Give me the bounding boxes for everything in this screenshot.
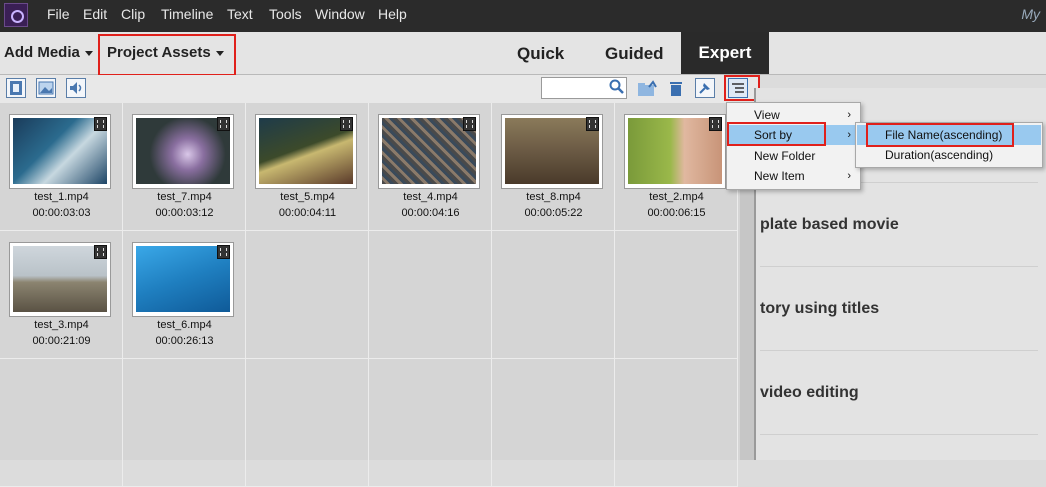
asset-name: test_8.mp4 <box>526 191 581 203</box>
menu-item-new-folder[interactable]: New Folder <box>728 146 859 166</box>
asset-duration: 00:00:06:15 <box>647 207 706 219</box>
asset-name: test_3.mp4 <box>34 319 89 331</box>
app-logo-icon <box>4 3 28 27</box>
film-icon <box>217 117 230 131</box>
chevron-right-icon: › <box>847 170 851 182</box>
empty-cell <box>123 359 246 487</box>
assets-toolbar <box>0 75 760 103</box>
right-panel-text: video editing <box>760 384 859 401</box>
assets-grid: test_1.mp4 00:00:03:03 test_7.mp4 00:00:… <box>0 103 740 487</box>
asset-duration: 00:00:03:03 <box>32 207 91 219</box>
menu-clip[interactable]: Clip <box>121 6 145 22</box>
highlight-project-assets <box>98 34 236 76</box>
asset-duration: 00:00:03:12 <box>155 207 214 219</box>
asset-name: test_2.mp4 <box>649 191 704 203</box>
asset-name: test_1.mp4 <box>34 191 89 203</box>
menu-item-new-item[interactable]: New Item › <box>728 166 859 186</box>
film-icon <box>586 117 599 131</box>
chevron-right-icon: › <box>847 109 851 121</box>
menu-file[interactable]: File <box>47 6 70 22</box>
asset-name: test_5.mp4 <box>280 191 335 203</box>
asset-thumbnail <box>9 114 111 189</box>
menu-item-label: New Folder <box>754 149 816 163</box>
add-media-label: Add Media <box>4 44 80 61</box>
right-panel-row[interactable]: tory using titles <box>760 266 1038 351</box>
empty-cell <box>615 359 738 487</box>
empty-cell <box>0 359 123 487</box>
chevron-down-icon <box>84 50 93 56</box>
asset-thumbnail <box>9 242 111 317</box>
film-icon <box>94 245 107 259</box>
menu-text[interactable]: Text <box>227 6 253 22</box>
empty-cell <box>369 359 492 487</box>
folder-up-icon[interactable] <box>637 79 657 97</box>
asset-item[interactable]: test_8.mp4 00:00:05:22 <box>492 103 615 231</box>
menu-item-label: Duration(ascending) <box>885 148 994 162</box>
right-panel-text: tory using titles <box>760 300 880 317</box>
film-icon <box>463 117 476 131</box>
asset-item[interactable]: test_4.mp4 00:00:04:16 <box>369 103 492 231</box>
tab-quick[interactable]: Quick <box>517 44 564 64</box>
menu-edit[interactable]: Edit <box>83 6 107 22</box>
tab-expert[interactable]: Expert <box>681 32 769 74</box>
menu-bar: File Edit Clip Timeline Text Tools Windo… <box>0 0 1046 32</box>
empty-cell <box>615 231 738 359</box>
film-icon <box>217 245 230 259</box>
asset-thumbnail <box>255 114 357 189</box>
highlight-file-name <box>866 123 1014 147</box>
asset-duration: 00:00:05:22 <box>524 207 583 219</box>
empty-cell <box>369 231 492 359</box>
asset-name: test_4.mp4 <box>403 191 458 203</box>
film-icon <box>340 117 353 131</box>
asset-thumbnail <box>624 114 726 189</box>
menu-tools[interactable]: Tools <box>269 6 302 22</box>
workspace-label: My <box>1021 6 1040 22</box>
right-panel-text: plate based movie <box>760 216 899 233</box>
asset-thumbnail <box>132 242 234 317</box>
chevron-right-icon: › <box>847 129 851 141</box>
empty-cell <box>246 359 369 487</box>
context-menu: View › Sort by › New Folder New Item › <box>726 102 861 190</box>
mode-bar: Add Media Project Assets Quick Guided Ex… <box>0 32 1046 76</box>
search-icon[interactable] <box>609 79 625 95</box>
asset-item[interactable]: test_2.mp4 00:00:06:15 <box>615 103 738 231</box>
menu-item-label: View <box>754 108 780 122</box>
empty-cell <box>492 231 615 359</box>
speaker-icon[interactable] <box>66 78 86 98</box>
right-panel-row[interactable]: plate based movie <box>760 182 1038 267</box>
menu-item-label: New Item <box>754 169 805 183</box>
tab-guided[interactable]: Guided <box>605 44 664 64</box>
asset-thumbnail <box>132 114 234 189</box>
asset-thumbnail <box>378 114 480 189</box>
menu-item-duration-ascending[interactable]: Duration(ascending) <box>857 145 1041 165</box>
pin-icon[interactable] <box>695 78 715 98</box>
film-icon[interactable] <box>6 78 26 98</box>
asset-item[interactable]: test_7.mp4 00:00:03:12 <box>123 103 246 231</box>
asset-item[interactable]: test_1.mp4 00:00:03:03 <box>0 103 123 231</box>
add-media-button[interactable]: Add Media <box>4 44 93 61</box>
highlight-sort-by <box>727 122 826 146</box>
right-panel-row[interactable]: video editing <box>760 350 1038 435</box>
asset-item[interactable]: test_6.mp4 00:00:26:13 <box>123 231 246 359</box>
asset-name: test_7.mp4 <box>157 191 212 203</box>
menu-window[interactable]: Window <box>315 6 365 22</box>
asset-duration: 00:00:21:09 <box>32 335 91 347</box>
asset-thumbnail <box>501 114 603 189</box>
empty-cell <box>246 231 369 359</box>
menu-help[interactable]: Help <box>378 6 407 22</box>
asset-name: test_6.mp4 <box>157 319 212 331</box>
asset-duration: 00:00:04:11 <box>278 207 337 219</box>
image-icon[interactable] <box>36 78 56 98</box>
asset-item[interactable]: test_3.mp4 00:00:21:09 <box>0 231 123 359</box>
asset-item[interactable]: test_5.mp4 00:00:04:11 <box>246 103 369 231</box>
asset-duration: 00:00:04:16 <box>401 207 460 219</box>
empty-cell <box>492 359 615 487</box>
menu-timeline[interactable]: Timeline <box>161 6 213 22</box>
trash-icon[interactable] <box>668 79 684 97</box>
asset-duration: 00:00:26:13 <box>155 335 214 347</box>
film-icon <box>94 117 107 131</box>
film-icon <box>709 117 722 131</box>
